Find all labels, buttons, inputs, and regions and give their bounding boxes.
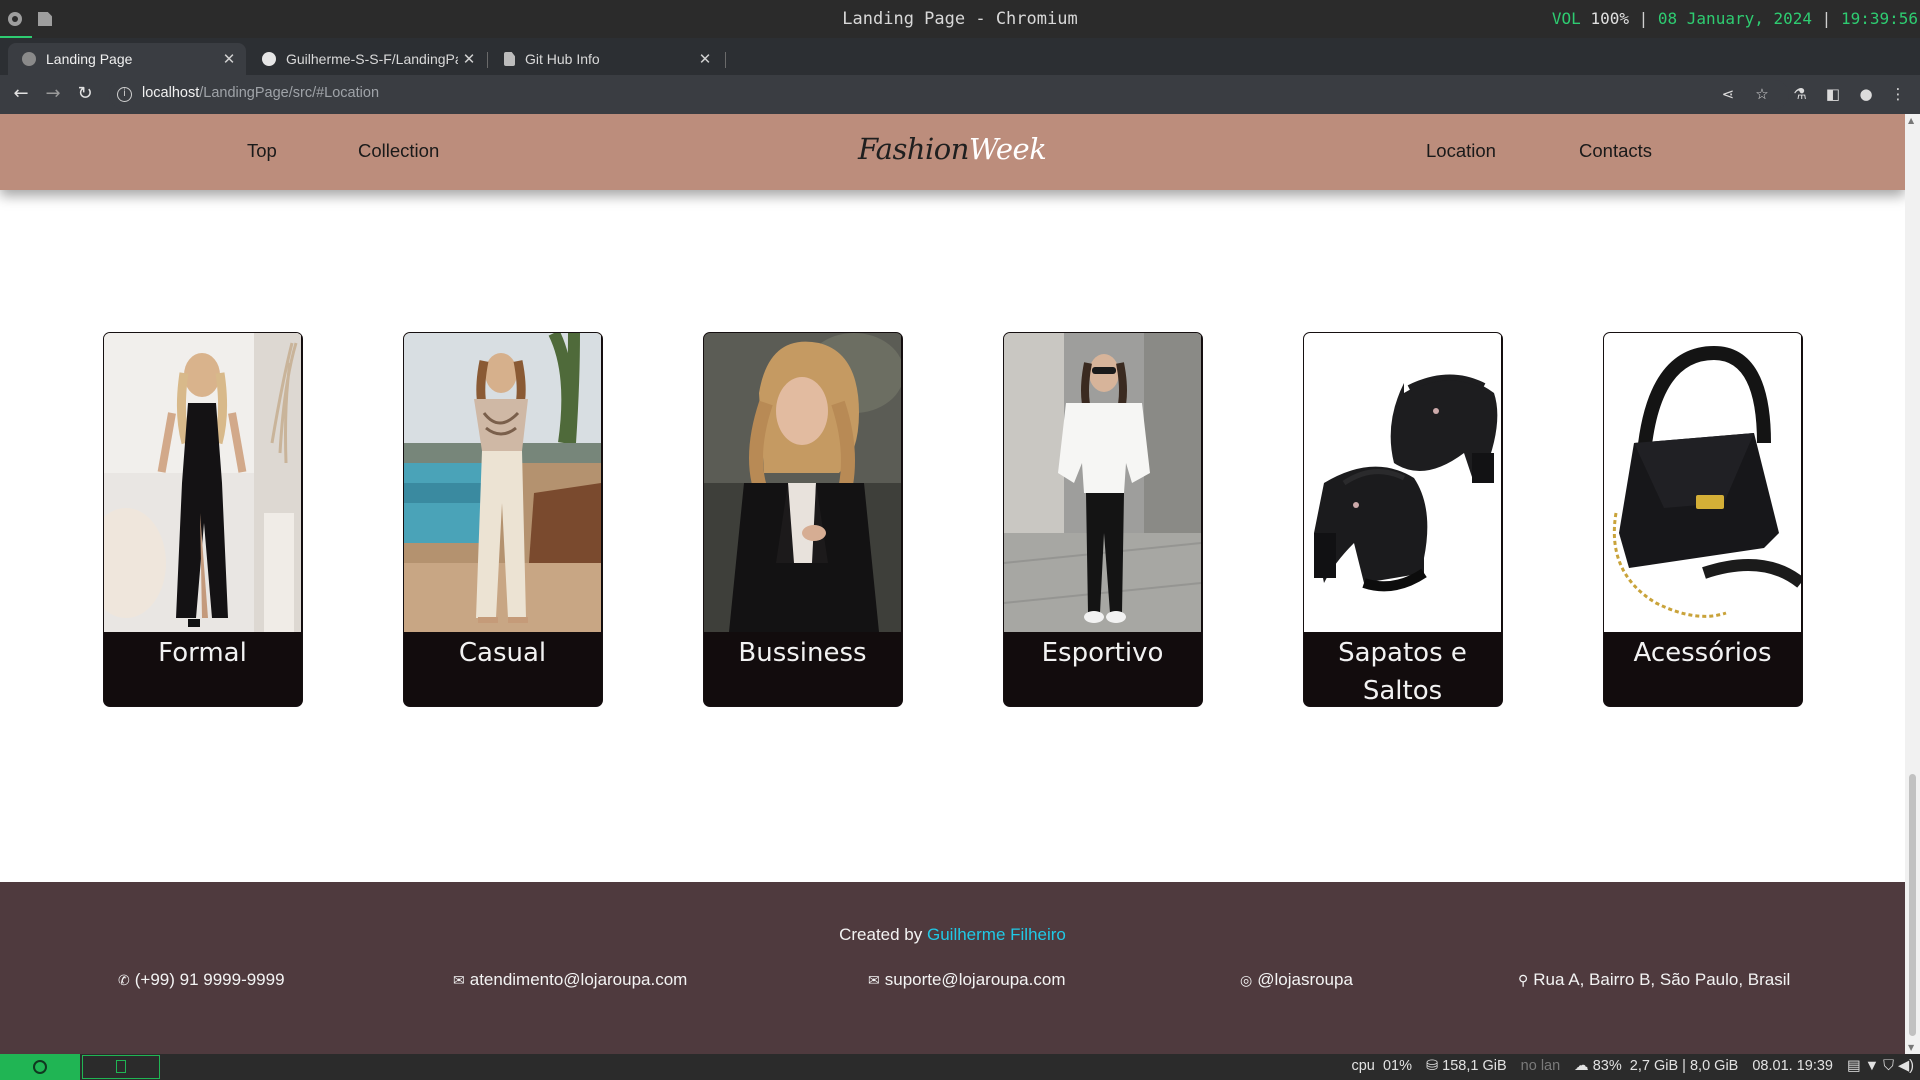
cloud-icon: ☁ [1574,1058,1589,1074]
volume-value: 100% [1590,9,1629,28]
card-label: Acessórios [1633,638,1772,668]
system-tray: cpu 01% ⛁ 158,1 GiB no lan ☁ 83% 2,7 GiB… [1351,1058,1914,1074]
footer-email-atendimento[interactable]: ✉ atendimento@lojaroupa.com [453,970,687,990]
nav-location-link[interactable]: Location [1426,140,1496,162]
card-label: Sapatos e Saltos [1338,638,1467,706]
instagram-icon: ◎ [1240,971,1253,988]
casual-photo [404,333,601,632]
share-icon[interactable]: ⋖ [1718,84,1738,104]
memory-readout: ☁ 83% 2,7 GiB | 8,0 GiB [1574,1058,1739,1074]
cpu-readout: cpu 01% [1351,1058,1412,1074]
document-app-icon [116,1060,126,1073]
globe-icon [22,52,36,66]
bookmark-star-icon[interactable]: ☆ [1752,84,1772,104]
tab-git-hub-info[interactable]: Git Hub Info ✕ [490,43,722,75]
volume-label: VOL [1551,9,1581,28]
card-label: Esportivo [1041,638,1164,668]
nav-contacts-link[interactable]: Contacts [1579,140,1652,162]
os-date: 08 January, 2024 [1657,9,1813,28]
speaker-icon: ◀) [1898,1058,1914,1074]
acessorios-photo [1604,333,1801,632]
formal-photo [104,333,301,632]
tab-github-repo[interactable]: Guilherme-S-S-F/LandingPag ✕ [248,43,486,75]
tab-label: Landing Page [46,51,133,67]
close-icon[interactable]: ✕ [458,50,480,68]
nav-collection-link[interactable]: Collection [358,140,439,162]
card-label: Bussiness [738,638,867,668]
browser-tab-strip: Landing Page ✕ Guilherme-S-S-F/LandingPa… [0,38,1920,102]
wifi-icon: ▼ [1864,1058,1880,1074]
extension-icon[interactable]: ⚗ [1790,84,1810,104]
scroll-up-arrow-icon[interactable]: ▲ [1908,116,1914,125]
collection-card-bussiness[interactable]: Bussiness [703,332,903,707]
page-scrollbar[interactable]: ▲ ▼ [1905,114,1920,1054]
collection-card-acessorios[interactable]: Acessórios [1603,332,1803,707]
scrollbar-thumb[interactable] [1909,774,1916,1036]
footer-credit: Created by Guilherme Filheiro [839,925,1066,944]
footer-instagram[interactable]: ◎ @lojasroupa [1240,970,1353,990]
side-panel-icon[interactable]: ◧ [1823,84,1843,104]
disk-icon: ⛁ [1425,1058,1439,1074]
close-icon[interactable]: ✕ [694,50,716,68]
tray-datetime: 08.01. 19:39 [1752,1058,1833,1074]
os-top-bar: Landing Page - Chromium VOL 100% | 08 Ja… [0,0,1920,39]
brand-logo[interactable]: FashionWeek [858,132,1047,166]
tab-label: Guilherme-S-S-F/LandingPag [286,51,458,67]
collection-card-esportivo[interactable]: Esportivo [1003,332,1203,707]
github-icon [262,52,276,66]
scroll-down-arrow-icon[interactable]: ▼ [1908,1043,1914,1052]
browser-toolbar: ← → ↻ i localhost/LandingPage/src/#Locat… [0,75,1920,114]
bussiness-photo [704,333,901,632]
footer-address[interactable]: ⚲ Rua A, Bairro B, São Paulo, Brasil [1518,970,1790,990]
os-time: 19:39:56 [1840,9,1918,28]
envelope-icon: ✉ [868,971,880,988]
tray-icons[interactable]: ▤ ▼ ⛉ ◀) [1847,1058,1914,1074]
collection-card-casual[interactable]: Casual [403,332,603,707]
sapatos-photo [1304,333,1501,632]
workspace-1-button[interactable] [0,1054,80,1080]
url-text[interactable]: localhost/LandingPage/src/#Location [142,85,379,101]
site-info-icon[interactable]: i [117,87,132,102]
workspace-2-button[interactable] [82,1055,160,1079]
tab-label: Git Hub Info [525,51,600,67]
envelope-icon: ✉ [453,971,465,988]
forward-icon[interactable]: → [42,83,64,105]
collection-card-formal[interactable]: Formal [103,332,303,707]
site-footer: Created by Guilherme Filheiro ✆ (+99) 91… [0,882,1905,1054]
reload-icon[interactable]: ↻ [74,83,96,105]
card-label: Casual [458,638,547,668]
page-icon [504,52,515,66]
author-link[interactable]: Guilherme Filheiro [927,925,1066,944]
address-bar[interactable]: i localhost/LandingPage/src/#Location [109,80,1789,109]
collection-card-sapatos-e-saltos[interactable]: Sapatos e Saltos [1303,332,1503,707]
lan-readout: no lan [1520,1058,1561,1074]
chromium-app-icon [33,1060,47,1074]
site-header: Top Collection FashionWeek Location Cont… [0,114,1905,190]
page-viewport: Top Collection FashionWeek Location Cont… [0,114,1905,1054]
footer-phone[interactable]: ✆ (+99) 91 9999-9999 [118,970,285,990]
footer-email-suporte[interactable]: ✉ suporte@lojaroupa.com [868,970,1065,990]
card-label: Formal [158,638,247,668]
clipboard-icon: ▤ [1846,1058,1861,1074]
disk-readout: ⛁ 158,1 GiB [1425,1058,1507,1074]
tab-landing-page[interactable]: Landing Page ✕ [8,43,246,75]
whatsapp-icon: ✆ [118,971,130,988]
shield-icon: ⛉ [1883,1058,1894,1074]
esportivo-photo [1004,333,1201,632]
menu-kebab-icon[interactable]: ⋮ [1888,84,1908,104]
close-icon[interactable]: ✕ [218,50,240,68]
nav-top-link[interactable]: Top [247,140,277,162]
map-pin-icon: ⚲ [1518,971,1529,988]
profile-icon[interactable]: ● [1856,84,1876,104]
back-icon[interactable]: ← [10,83,32,105]
os-status-readout: VOL 100% | 08 January, 2024 | 19:39:56 [1551,9,1918,28]
os-bottom-bar: cpu 01% ⛁ 158,1 GiB no lan ☁ 83% 2,7 GiB… [0,1054,1920,1080]
